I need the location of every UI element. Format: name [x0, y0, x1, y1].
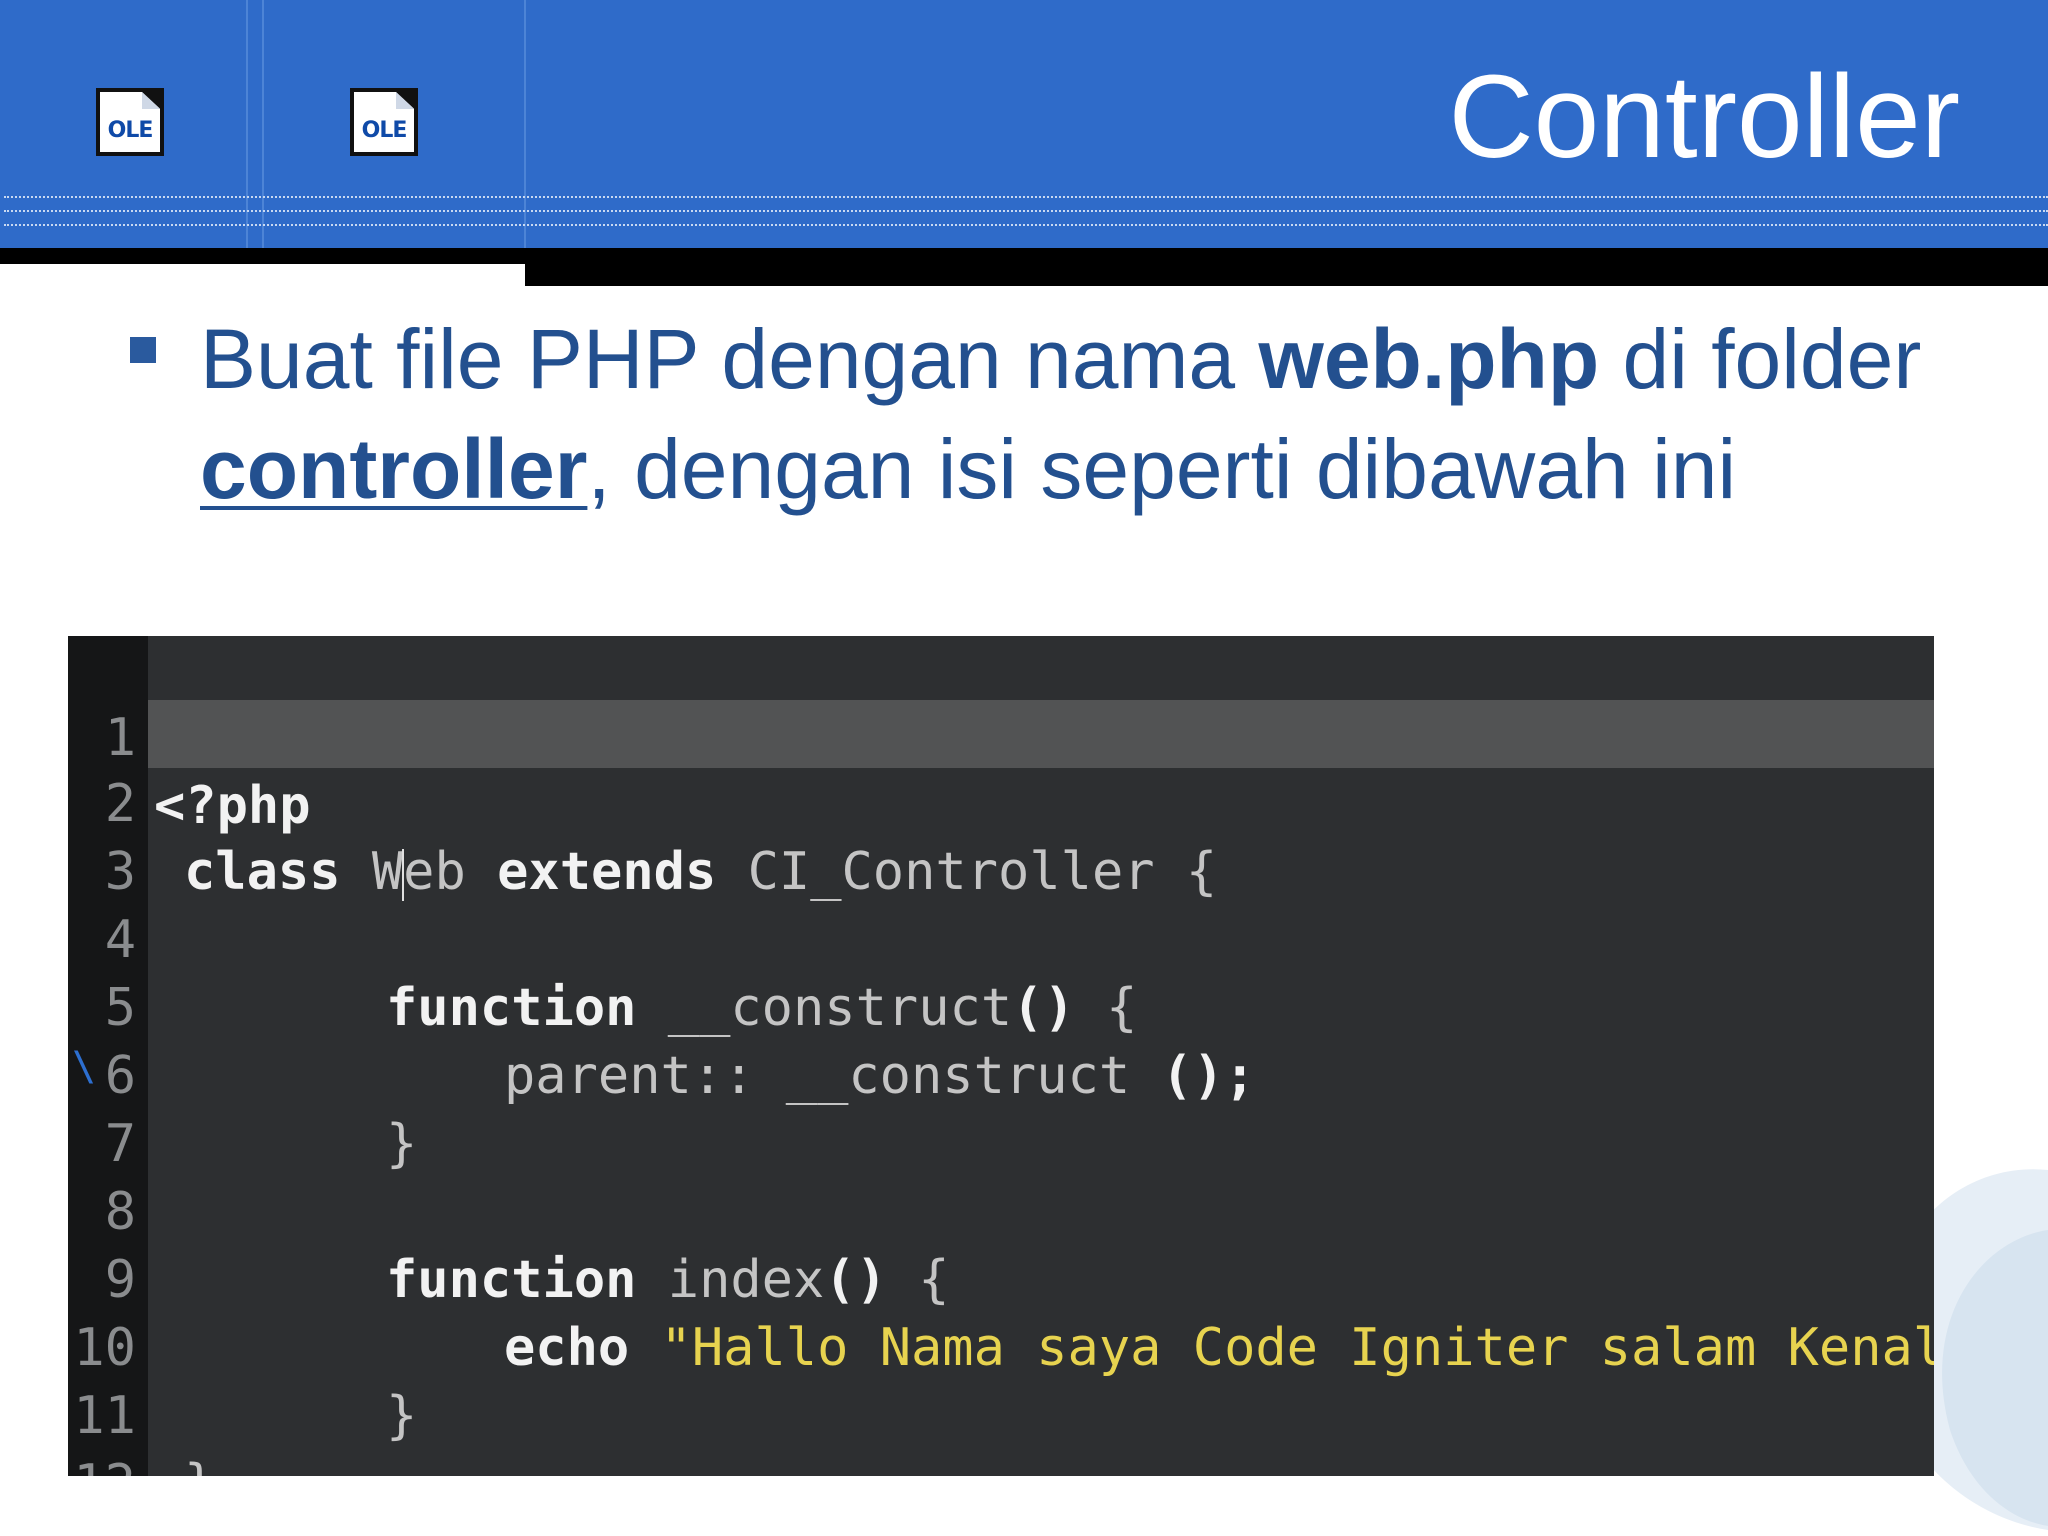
bullet-text-part: , dengan isi seperti dibawah ini: [587, 422, 1737, 516]
code-screenshot: \ 1 <?php 2 class Web extends CI_Control…: [68, 636, 1934, 1476]
code-line: 5 parent:: __construct ();: [68, 906, 1934, 1106]
line-number: 12: [68, 1450, 136, 1476]
code-line: 12 ?>: [68, 1382, 1934, 1476]
code-line: 2 class Web extends CI_Controller {: [68, 702, 1934, 902]
file-name: web.php: [1258, 312, 1600, 406]
header-dotted-line: [4, 224, 2048, 226]
ole-label: OLE: [361, 118, 408, 143]
slide-header: OLE OLE Controller: [0, 0, 2048, 248]
bullet-text: Buat file PHP dengan nama web.php di fol…: [200, 304, 1960, 524]
ole-object-icon[interactable]: OLE: [96, 88, 164, 156]
header-underline-bar: [0, 248, 525, 264]
folder-name: controller: [200, 422, 588, 516]
ole-label: OLE: [107, 118, 154, 143]
header-underline-bar: [525, 248, 2048, 286]
code-line: 10 }: [68, 1246, 1934, 1446]
code-line: 8 function index() {: [68, 1110, 1934, 1310]
code-line: 1 <?php: [68, 636, 1934, 836]
header-dotted-line: [4, 210, 2048, 212]
code-line: 3: [68, 770, 1934, 902]
slide-title: Controller: [1448, 51, 1960, 183]
bullet-square-icon: [130, 337, 156, 363]
bullet-text-part: Buat file PHP dengan nama: [200, 312, 1259, 406]
header-dotted-line: [4, 196, 2048, 198]
bullet-text-part: di folder: [1599, 312, 1922, 406]
ole-object-icon[interactable]: OLE: [350, 88, 418, 156]
code-line: 9 echo "Hallo Nama saya Code Igniter sal…: [68, 1178, 1934, 1378]
code-line: 7: [68, 1042, 1934, 1174]
code-line: 4 function __construct() {: [68, 838, 1934, 1038]
code-line: 11 }: [68, 1314, 1934, 1476]
code-line: 6 }: [68, 974, 1934, 1174]
